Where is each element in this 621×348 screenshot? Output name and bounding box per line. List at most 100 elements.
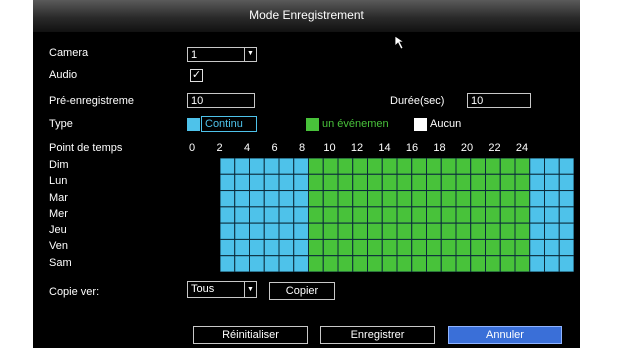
schedule-cell[interactable]	[278, 190, 295, 208]
schedule-cell[interactable]	[249, 173, 265, 192]
schedule-cell[interactable]	[234, 158, 250, 175]
schedule-cell[interactable]	[470, 255, 486, 272]
schedule-cell[interactable]	[293, 158, 309, 175]
schedule-cell[interactable]	[470, 190, 486, 208]
schedule-cell[interactable]	[278, 206, 295, 224]
schedule-cell[interactable]	[352, 173, 368, 192]
schedule-cell[interactable]	[544, 238, 560, 257]
schedule-cell[interactable]	[322, 222, 339, 240]
schedule-cell[interactable]	[411, 255, 427, 272]
schedule-cell[interactable]	[381, 158, 398, 175]
schedule-cell[interactable]	[485, 190, 501, 208]
schedule-cell[interactable]	[529, 222, 545, 240]
schedule-cell[interactable]	[263, 158, 280, 175]
schedule-cell[interactable]	[455, 158, 472, 175]
copy-to-select[interactable]: Tous ▼	[187, 281, 257, 298]
schedule-cell[interactable]	[308, 190, 324, 208]
schedule-cell[interactable]	[352, 206, 368, 224]
schedule-cell[interactable]	[220, 255, 236, 272]
schedule-cell[interactable]	[411, 222, 427, 240]
schedule-cell[interactable]	[263, 238, 280, 257]
schedule-cell[interactable]	[396, 158, 413, 175]
schedule-cell[interactable]	[381, 255, 398, 272]
schedule-cell[interactable]	[455, 206, 472, 224]
schedule-cell[interactable]	[440, 222, 457, 240]
schedule-cell[interactable]	[514, 190, 531, 208]
schedule-cell[interactable]	[367, 206, 383, 224]
schedule-cell[interactable]	[352, 222, 368, 240]
schedule-cell[interactable]	[440, 158, 457, 175]
schedule-cell[interactable]	[529, 190, 545, 208]
schedule-cell[interactable]	[293, 238, 309, 257]
schedule-cell[interactable]	[455, 222, 472, 240]
schedule-cell[interactable]	[426, 255, 442, 272]
schedule-cell[interactable]	[381, 173, 398, 192]
schedule-cell[interactable]	[544, 206, 560, 224]
schedule-cell[interactable]	[426, 222, 442, 240]
schedule-cell[interactable]	[499, 158, 516, 175]
schedule-cell[interactable]	[440, 190, 457, 208]
schedule-cell[interactable]	[485, 173, 501, 192]
schedule-cell[interactable]	[352, 158, 368, 175]
schedule-cell[interactable]	[278, 222, 295, 240]
schedule-cell[interactable]	[426, 190, 442, 208]
schedule-cell[interactable]	[440, 206, 457, 224]
schedule-cell[interactable]	[440, 255, 457, 272]
schedule-cell[interactable]	[322, 206, 339, 224]
audio-checkbox[interactable]: ✓	[190, 69, 203, 82]
schedule-cell[interactable]	[234, 206, 250, 224]
schedule-cell[interactable]	[278, 255, 295, 272]
save-button[interactable]: Enregistrer	[320, 326, 435, 344]
copy-button[interactable]: Copier	[269, 282, 335, 300]
schedule-cell[interactable]	[263, 173, 280, 192]
schedule-cell[interactable]	[234, 173, 250, 192]
schedule-cell[interactable]	[293, 222, 309, 240]
schedule-cell[interactable]	[220, 190, 236, 208]
schedule-cell[interactable]	[529, 158, 545, 175]
schedule-cell[interactable]	[322, 190, 339, 208]
schedule-cell[interactable]	[308, 206, 324, 224]
schedule-cell[interactable]	[411, 173, 427, 192]
camera-select[interactable]: 1 ▼	[187, 47, 257, 62]
schedule-cell[interactable]	[278, 173, 295, 192]
schedule-cell[interactable]	[558, 173, 574, 192]
schedule-cell[interactable]	[396, 222, 413, 240]
schedule-cell[interactable]	[220, 222, 236, 240]
schedule-cell[interactable]	[367, 238, 383, 257]
schedule-cell[interactable]	[278, 238, 295, 257]
schedule-cell[interactable]	[440, 173, 457, 192]
schedule-cell[interactable]	[396, 190, 413, 208]
schedule-cell[interactable]	[426, 238, 442, 257]
schedule-cell[interactable]	[381, 206, 398, 224]
schedule-cell[interactable]	[293, 190, 309, 208]
none-swatch[interactable]	[414, 118, 427, 131]
schedule-cell[interactable]	[514, 206, 531, 224]
schedule-cell[interactable]	[322, 158, 339, 175]
schedule-cell[interactable]	[263, 190, 280, 208]
schedule-cell[interactable]	[367, 222, 383, 240]
schedule-cell[interactable]	[220, 238, 236, 257]
schedule-cell[interactable]	[544, 222, 560, 240]
schedule-cell[interactable]	[308, 255, 324, 272]
event-swatch[interactable]	[306, 118, 319, 131]
schedule-cell[interactable]	[367, 190, 383, 208]
schedule-cell[interactable]	[470, 173, 486, 192]
schedule-cell[interactable]	[337, 206, 354, 224]
schedule-grid[interactable]	[220, 158, 574, 272]
schedule-cell[interactable]	[263, 206, 280, 224]
schedule-cell[interactable]	[558, 190, 574, 208]
schedule-cell[interactable]	[499, 173, 516, 192]
schedule-cell[interactable]	[485, 222, 501, 240]
schedule-cell[interactable]	[558, 206, 574, 224]
schedule-cell[interactable]	[234, 238, 250, 257]
schedule-cell[interactable]	[499, 222, 516, 240]
schedule-cell[interactable]	[499, 190, 516, 208]
schedule-cell[interactable]	[220, 206, 236, 224]
schedule-cell[interactable]	[426, 173, 442, 192]
schedule-cell[interactable]	[396, 255, 413, 272]
schedule-cell[interactable]	[558, 255, 574, 272]
schedule-cell[interactable]	[485, 255, 501, 272]
schedule-cell[interactable]	[249, 238, 265, 257]
schedule-cell[interactable]	[529, 238, 545, 257]
schedule-cell[interactable]	[381, 190, 398, 208]
